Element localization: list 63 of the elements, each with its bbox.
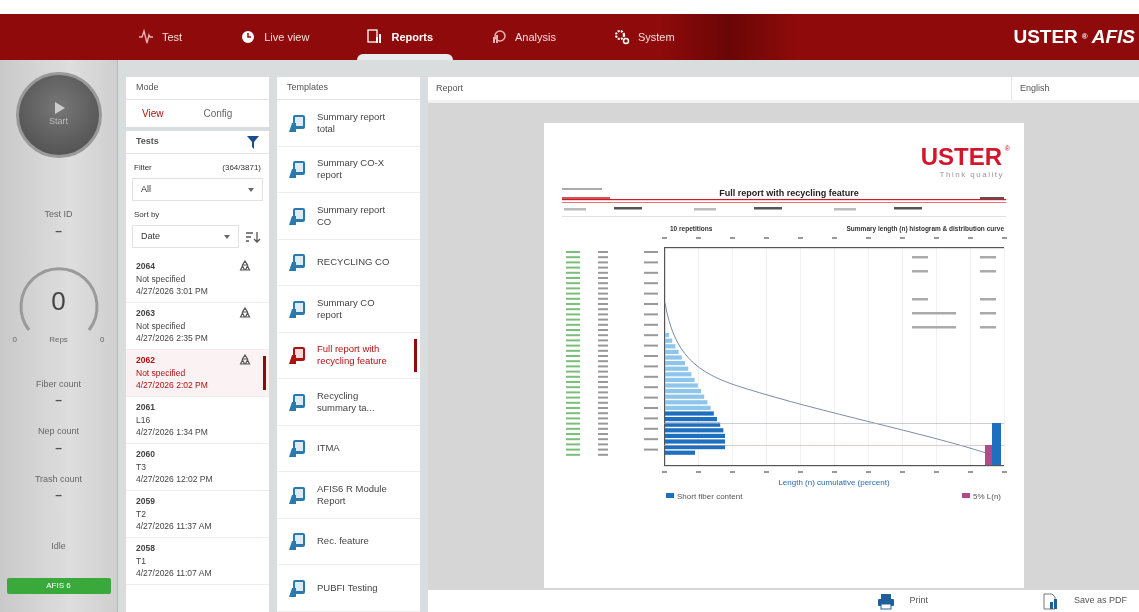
stat-value: – (55, 487, 62, 504)
gauge-label: Reps (49, 333, 68, 346)
document-icon (287, 252, 307, 273)
test-list-item[interactable]: 2061 L16 4/27/2026 1:34 PM (126, 397, 269, 444)
device-badge: AFIS 6 (6, 577, 111, 594)
legend-label: Short fiber content (676, 492, 742, 501)
panel-title: Report (435, 81, 464, 95)
stat-value: – (55, 439, 62, 457)
filter-dropdown[interactable]: All (132, 178, 263, 201)
axis-label: Length (n) cumulative (percent) (777, 478, 890, 487)
document-icon (287, 484, 307, 505)
report-title: Full report with recycling feature (718, 188, 859, 198)
filter-icon (247, 135, 259, 149)
field-label: Filter (134, 162, 152, 174)
document-icon (287, 298, 307, 319)
nav-tab[interactable]: Test (128, 14, 193, 60)
caret-icon (224, 234, 230, 239)
document-icon (287, 159, 307, 180)
nav-tab[interactable]: Analysis (481, 14, 566, 60)
filter-count: (364/3871) (222, 162, 261, 174)
sort-dropdown[interactable]: Date (132, 225, 239, 248)
gauge-max: 0 (100, 333, 105, 346)
stat-label: Nep count (38, 425, 79, 438)
stat-label: Fiber count (36, 377, 81, 391)
status-label: Idle (51, 540, 66, 553)
document-icon (287, 531, 307, 552)
document-icon (287, 438, 307, 459)
document-icon (287, 577, 307, 598)
test-list-item[interactable]: 2058 T1 4/27/2026 11:07 AM (126, 538, 269, 585)
gauge-value: 0 (50, 284, 67, 318)
stat-value: – (55, 222, 62, 240)
waveform-icon (138, 29, 154, 45)
stat-value: – (55, 392, 62, 409)
mode-tab[interactable]: View (130, 100, 176, 127)
sort-order-icon (245, 230, 261, 243)
brand-logo: USTER $^{®}$ AFIS (1013, 24, 1135, 49)
document-icon (287, 391, 307, 412)
clock-icon (240, 29, 257, 45)
document-icon (287, 205, 307, 226)
report-logo: USTER (920, 143, 1002, 170)
gear-icon (613, 29, 630, 45)
test-list-item[interactable]: 2060 T3 4/27/2026 12:02 PM (126, 444, 269, 491)
document-icon (287, 112, 307, 133)
magnifier-icon (491, 29, 507, 45)
stat-label: Test ID (44, 208, 73, 221)
test-list-item[interactable]: 2062 Not specified 4/27/2026 2:02 PM (126, 350, 269, 397)
test-list-item[interactable]: 2059 T2 4/27/2026 11:37 AM (126, 491, 269, 538)
test-list-item[interactable]: 2064 Not specified 4/27/2026 3:01 PM (126, 256, 269, 303)
nav-tab[interactable]: Live view (230, 14, 320, 60)
mode-tab[interactable]: Config (191, 100, 245, 127)
caret-icon (248, 187, 254, 192)
nav-tab[interactable]: System (603, 14, 685, 60)
bar-chart-icon (367, 29, 384, 45)
report-tagline: Think quality (939, 170, 1004, 179)
legend-label: 5% L(n) (972, 492, 1001, 501)
document-icon (287, 345, 307, 366)
action-button[interactable]: Save as PDF (1029, 592, 1139, 610)
gauge-min: 0 (12, 333, 17, 346)
stat-label: Trash count (34, 472, 83, 486)
action-button[interactable]: Print (865, 592, 940, 610)
panel-title: Mode (126, 77, 269, 100)
field-label: Sort by (133, 209, 161, 221)
panel-title: Tests (136, 135, 159, 149)
